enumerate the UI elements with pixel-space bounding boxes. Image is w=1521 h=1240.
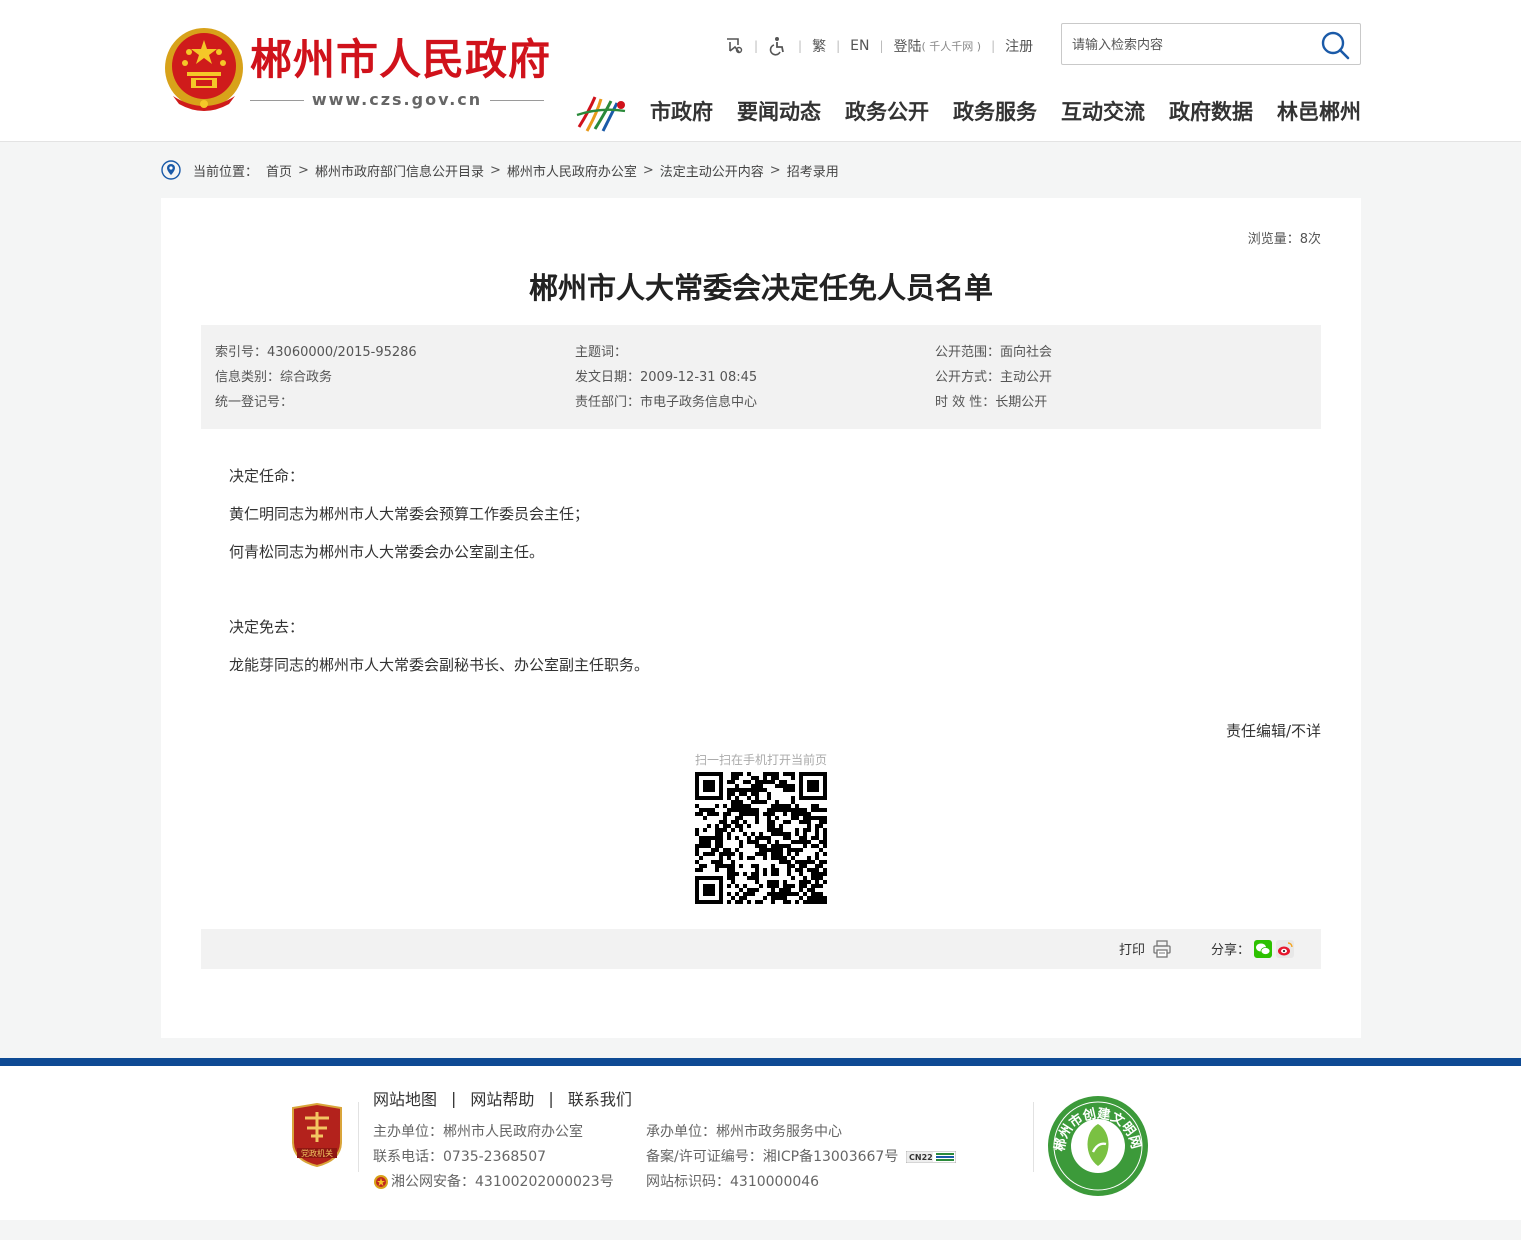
meta-date: 发文日期：2009-12-31 08:45 (575, 370, 758, 385)
top-sep: | (798, 39, 803, 53)
footer-site-code: 网站标识码：4310000046 (646, 1174, 820, 1190)
nav-item-gov-open[interactable]: 政务公开 (845, 94, 929, 130)
civilized-website-badge-icon[interactable]: 郴州市创建文明网站 (1046, 1094, 1150, 1198)
meta-index-no: 索引号：43060000/2015-95286 (215, 345, 417, 360)
footer-phone: 联系电话：0735-2368507 (373, 1149, 547, 1165)
breadcrumb-separator: > (642, 162, 654, 178)
accessibility-icon[interactable] (768, 36, 788, 56)
breadcrumb-separator: > (769, 162, 781, 178)
breadcrumb-label: 当前位置： (193, 164, 259, 180)
qr-code-icon (695, 772, 827, 904)
nav-item-gov-service[interactable]: 政务服务 (953, 94, 1037, 130)
register-link[interactable]: 注册 (1005, 36, 1033, 56)
meta-category: 信息类别：综合政务 (215, 370, 333, 385)
english-link[interactable]: EN (850, 38, 869, 54)
search-input[interactable] (1072, 34, 1312, 56)
police-badge-icon (374, 1175, 388, 1189)
footer-links: 网站地图 | 网站帮助 | 联系我们 (373, 1086, 632, 1110)
top-sep: | (836, 39, 841, 53)
nav-item-interaction[interactable]: 互动交流 (1061, 94, 1145, 130)
nav-item-linyi-chenzhou[interactable]: 林邑郴州 (1277, 94, 1361, 130)
breadcrumb-gov-office[interactable]: 郴州市人民政府办公室 (507, 161, 637, 180)
cn22-text: CN22 (909, 1153, 933, 1162)
article-card: 浏览量：8次 郴州市人大常委会决定任免人员名单 索引号：43060000/201… (161, 198, 1361, 1038)
site-footer: 党政机关 网站地图 | 网站帮助 | 联系我们 主办单位：郴州市人民政府办公室 … (0, 1066, 1521, 1220)
breadcrumb-dept-directory[interactable]: 郴州市政府部门信息公开目录 (315, 161, 484, 180)
meta-dept: 责任部门：市电子政务信息中心 (575, 395, 758, 410)
top-links: | | 繁 | EN | 登陆 ( 千人千网 ) | 注册 (724, 34, 1033, 58)
footer-icp: 备案/许可证编号：湘ICP备13003667号 CN22 (646, 1147, 957, 1167)
breadcrumb-public-content[interactable]: 法定主动公开内容 (660, 161, 764, 180)
search-icon[interactable] (1320, 30, 1350, 60)
national-emblem-icon[interactable] (163, 26, 245, 112)
article-paragraph: 龙能芽同志的郴州市人大常委会副秘书长、办公室副主任职务。 (229, 656, 650, 674)
party-badge-text: 党政机关 (301, 1148, 333, 1158)
meta-method: 公开方式：主动公开 (935, 370, 1053, 385)
article-title: 郴州市人大常委会决定任免人员名单 (528, 271, 993, 305)
footer-separator-right (1033, 1102, 1034, 1172)
share-label: 分享： (1211, 943, 1251, 958)
weibo-icon[interactable] (1276, 939, 1295, 958)
breadcrumb-separator: > (298, 162, 309, 178)
meta-scope: 公开范围：面向社会 (935, 345, 1053, 360)
print-label: 打印 (1119, 943, 1146, 958)
top-sep: | (879, 39, 884, 53)
site-name: 郴州市人民政府 (250, 35, 552, 84)
footer-link-separator: | (548, 1088, 554, 1108)
url-divider-right (490, 100, 544, 101)
wechat-icon[interactable] (1254, 939, 1273, 958)
site-header: 郴州市人民政府 www.czs.gov.cn | | 繁 | EN | 登陆 (… (0, 0, 1521, 142)
breadcrumb: 当前位置： 首页 > 郴州市政府部门信息公开目录 > 郴州市人民政府办公室 > … (161, 158, 839, 182)
top-sep: | (991, 39, 996, 53)
footer-link-contact[interactable]: 联系我们 (568, 1086, 632, 1110)
police-record-text: 湘公网安备：43100202000023号 (391, 1174, 614, 1190)
article-paragraph: 决定免去： (229, 618, 305, 636)
meta-keywords: 主题词： (575, 345, 628, 360)
nav-item-news[interactable]: 要闻动态 (737, 94, 821, 130)
breadcrumb-separator: > (489, 162, 501, 178)
cn22-badge-icon[interactable]: CN22 (906, 1151, 957, 1163)
city-logo-icon (576, 96, 626, 132)
footer-link-sitemap[interactable]: 网站地图 (373, 1086, 437, 1110)
footer-police-record[interactable]: 湘公网安备：43100202000023号 (373, 1172, 614, 1192)
main-nav: 市政府 要闻动态 政务公开 政务服务 互动交流 政府数据 林邑郴州 (650, 94, 1361, 130)
icp-text[interactable]: 备案/许可证编号：湘ICP备13003667号 (646, 1147, 898, 1167)
footer-host: 主办单位：郴州市人民政府办公室 (373, 1124, 583, 1140)
top-sep: | (754, 39, 759, 53)
search-box (1061, 23, 1361, 65)
view-count: 浏览量：8次 (1247, 232, 1321, 247)
article-toolbar: 打印 分享： (201, 929, 1321, 969)
footer-undertaker: 承办单位：郴州市政务服务中心 (646, 1124, 842, 1140)
footer-link-help[interactable]: 网站帮助 (470, 1086, 534, 1110)
blind-mode-icon[interactable] (724, 36, 744, 56)
responsible-editor: 责任编辑/不详 (1225, 722, 1321, 740)
breadcrumb-recruitment[interactable]: 招考录用 (787, 161, 839, 180)
site-url: www.czs.gov.cn (311, 90, 483, 109)
meta-validity: 时 效 性：长期公开 (935, 395, 1048, 410)
footer-divider-bar (0, 1058, 1521, 1066)
article-paragraph: 黄仁明同志为郴州市人大常委会预算工作委员会主任； (229, 505, 590, 523)
article-paragraph: 何青松同志为郴州市人大常委会办公室副主任。 (229, 543, 545, 561)
login-link[interactable]: 登陆 (894, 36, 922, 56)
footer-separator-left (358, 1102, 359, 1172)
nav-item-gov-data[interactable]: 政府数据 (1169, 94, 1253, 130)
traditional-chinese-link[interactable]: 繁 (812, 36, 826, 56)
meta-reg-no: 统一登记号： (215, 395, 294, 410)
location-pin-icon (161, 160, 181, 180)
print-button[interactable]: 打印 (1119, 939, 1171, 958)
footer-link-separator: | (451, 1088, 457, 1108)
qr-caption: 扫一扫在手机打开当前页 (694, 753, 827, 767)
nav-item-city-gov[interactable]: 市政府 (650, 94, 713, 130)
breadcrumb-home[interactable]: 首页 (266, 161, 292, 180)
url-divider-left (250, 100, 304, 101)
login-sub-label: ( 千人千网 ) (921, 40, 982, 53)
party-gov-badge-icon[interactable]: 党政机关 (289, 1102, 345, 1168)
article-paragraph: 决定任命： (229, 467, 305, 485)
article-meta: 索引号：43060000/2015-95286 主题词： 公开范围：面向社会 信… (201, 325, 1321, 429)
share-area: 分享： (1211, 939, 1295, 958)
printer-icon (1153, 939, 1171, 958)
